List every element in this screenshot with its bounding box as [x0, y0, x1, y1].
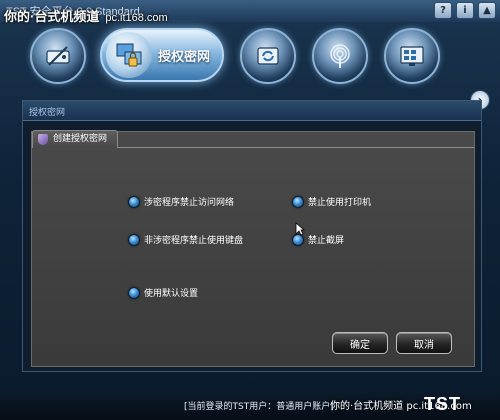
sync-tool-button[interactable] [240, 28, 296, 84]
mouse-cursor-icon [295, 222, 305, 236]
tst-logo: TST [424, 394, 461, 414]
section-header: 授权密网 [23, 101, 481, 121]
minimize-button[interactable]: ▲ [478, 2, 496, 19]
option-label: 禁止使用打印机 [308, 198, 372, 208]
option-label: 非涉密程序禁止使用键盘 [144, 236, 244, 246]
help-button[interactable]: ? [434, 2, 452, 19]
cancel-button[interactable]: 取消 [396, 332, 452, 354]
tab-create-label: 创建授权密网 [53, 134, 108, 144]
watermark-top: 你的·台式机频道 pc.it168.com [4, 6, 168, 25]
drive-tool-button[interactable] [30, 28, 86, 84]
option-label: 禁止截屏 [308, 236, 345, 246]
radio-button[interactable] [292, 195, 304, 208]
control-panel-icon [400, 46, 424, 66]
tab-authorized-network[interactable]: 授权密网 [100, 28, 224, 82]
network-lock-icon [106, 32, 152, 78]
sync-icon [257, 47, 279, 65]
drive-icon [46, 46, 70, 66]
info-button[interactable]: i [456, 2, 474, 19]
app-window: TST 安全平台 2.0 Standard ? i ▲ 你的·台式机频道 pc.i… [0, 0, 500, 420]
option-label: 涉密程序禁止访问网络 [144, 198, 235, 208]
fingerprint-icon [330, 44, 350, 68]
option-block-keyboard[interactable]: 非涉密程序禁止使用键盘 [128, 233, 243, 246]
watermark-channel: 你的·台式机频道 [4, 9, 100, 24]
current-user-status: [当前登录的TST用户：普通用户账户] [184, 402, 334, 412]
tab-authorized-network-label: 授权密网 [158, 49, 211, 65]
option-label: 使用默认设置 [144, 289, 199, 299]
settings-panel: 创建授权密网 涉密程序禁止访问网络 禁止使用打印机 非涉密程序禁止使用键盘 禁止… [31, 130, 475, 367]
content-frame: 授权密网 创建授权密网 涉密程序禁止访问网络 禁止使用打印机 非涉密程序禁止使用… [22, 100, 482, 372]
module-toolbar: 授权密网 [0, 24, 500, 110]
shield-icon [38, 134, 48, 145]
radio-button[interactable] [128, 233, 140, 246]
section-title: 授权密网 [29, 108, 66, 118]
status-bar: [当前登录的TST用户：普通用户账户] 你的·台式机频道 pc.it168.co… [0, 392, 500, 420]
watermark-url: pc.it168.com [105, 12, 168, 24]
option-block-printer[interactable]: 禁止使用打印机 [292, 195, 371, 208]
titlebar-buttons: ? i ▲ [434, 2, 496, 19]
option-use-default[interactable]: 使用默认设置 [128, 286, 198, 299]
ok-button[interactable]: 确定 [332, 332, 388, 354]
tab-create-authorized-network[interactable]: 创建授权密网 [32, 130, 119, 148]
fingerprint-tool-button[interactable] [312, 28, 368, 84]
radio-button[interactable] [128, 195, 140, 208]
radio-button[interactable] [128, 286, 140, 299]
control-panel-tool-button[interactable] [384, 28, 440, 84]
option-block-network[interactable]: 涉密程序禁止访问网络 [128, 195, 234, 208]
